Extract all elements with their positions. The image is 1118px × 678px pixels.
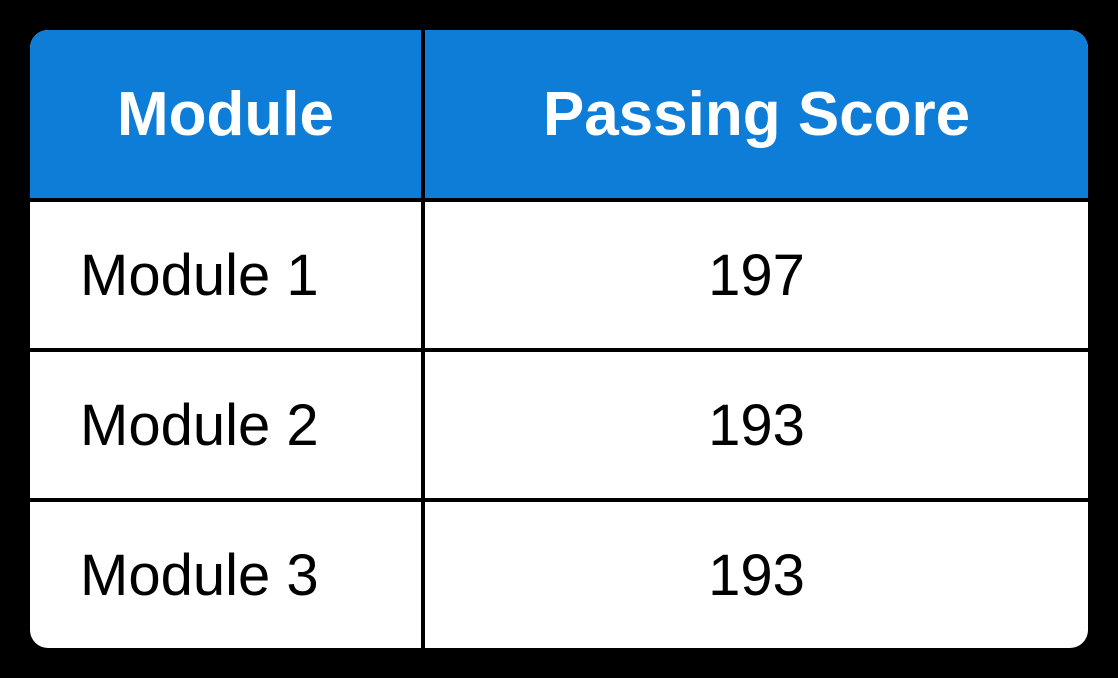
- cell-module: Module 3: [30, 502, 425, 648]
- header-module: Module: [30, 30, 425, 198]
- table-row: Module 1 197: [30, 198, 1088, 348]
- cell-module: Module 1: [30, 202, 425, 348]
- table-row: Module 2 193: [30, 348, 1088, 498]
- table-header-row: Module Passing Score: [30, 30, 1088, 198]
- cell-module: Module 2: [30, 352, 425, 498]
- cell-score: 193: [425, 352, 1088, 498]
- header-passing-score: Passing Score: [425, 30, 1088, 198]
- cell-score: 193: [425, 502, 1088, 648]
- cell-score: 197: [425, 202, 1088, 348]
- passing-score-table: Module Passing Score Module 1 197 Module…: [30, 30, 1088, 648]
- table-row: Module 3 193: [30, 498, 1088, 648]
